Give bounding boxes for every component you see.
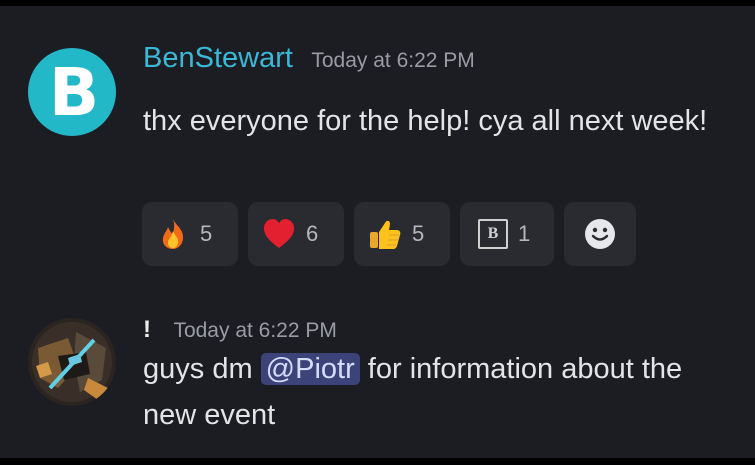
timestamp: Today at 6:22 PM bbox=[173, 319, 337, 342]
message-header: ! Today at 6:22 PM bbox=[143, 316, 337, 344]
smiley-add-reaction-icon bbox=[585, 219, 615, 249]
custom-b-icon: B bbox=[478, 219, 508, 249]
reaction-fire[interactable]: 5 bbox=[142, 202, 238, 266]
username[interactable]: ! bbox=[143, 316, 151, 343]
reaction-count: 1 bbox=[518, 221, 531, 246]
thumbs-up-icon bbox=[370, 220, 401, 249]
reaction-count: 6 bbox=[306, 221, 319, 246]
avatar-image bbox=[28, 318, 116, 406]
avatar-letter: B bbox=[48, 53, 99, 131]
avatar[interactable] bbox=[28, 318, 116, 406]
reaction-custom-b[interactable]: B 1 bbox=[460, 202, 554, 266]
message-text: thx everyone for the help! cya all next … bbox=[143, 105, 708, 137]
reaction-count: 5 bbox=[412, 221, 425, 246]
chat-frame: B BenStewart Today at 6:22 PM thx everyo… bbox=[0, 6, 755, 458]
reaction-thumbs-up[interactable]: 5 bbox=[354, 202, 450, 266]
message-text: guys dm @Piotr for information about the… bbox=[143, 346, 733, 438]
timestamp: Today at 6:22 PM bbox=[311, 49, 475, 72]
fire-icon bbox=[162, 219, 184, 249]
heart-icon bbox=[264, 219, 294, 248]
avatar[interactable]: B bbox=[28, 48, 116, 136]
add-reaction-button[interactable] bbox=[564, 202, 636, 266]
reaction-heart[interactable]: 6 bbox=[248, 202, 344, 266]
text-before: guys dm bbox=[143, 353, 261, 385]
username[interactable]: BenStewart bbox=[143, 42, 293, 74]
reaction-count: 5 bbox=[200, 221, 213, 246]
user-mention[interactable]: @Piotr bbox=[260, 353, 360, 385]
message-header: BenStewart Today at 6:22 PM bbox=[143, 42, 475, 75]
